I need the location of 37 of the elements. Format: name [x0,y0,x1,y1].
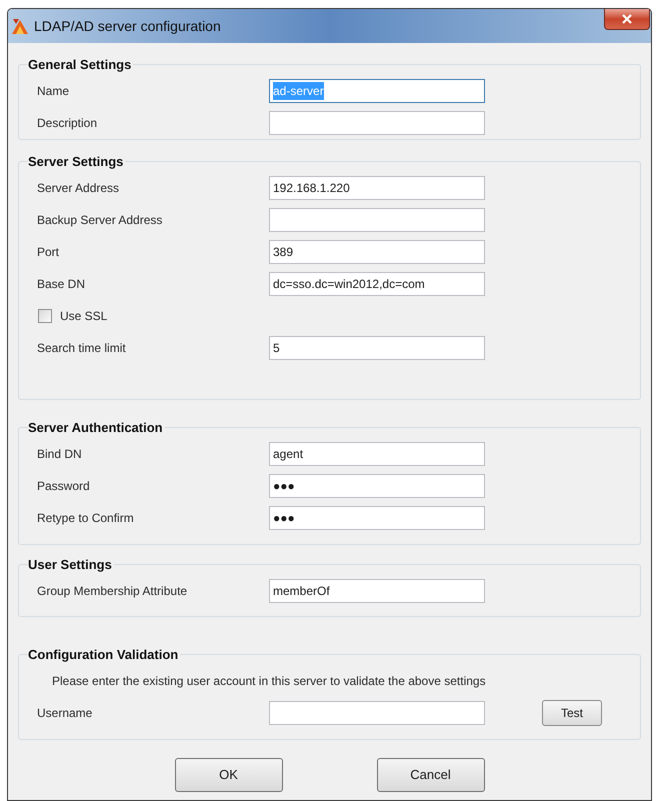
field-label: Username [37,705,94,722]
close-button[interactable] [604,9,650,30]
field-label: Group Membership Attribute [37,583,188,600]
text-field[interactable]: 192.168.1.220 [269,176,485,200]
field-label: Server Address [37,180,120,197]
checkbox[interactable] [38,309,52,323]
field-label: Search time limit [37,340,127,357]
group-title: User Settings [28,557,114,573]
field-label: Name [37,83,70,100]
field-label: Backup Server Address [37,212,164,229]
group-title: General Settings [28,57,134,73]
field-label: Port [37,244,60,261]
field-label: Description [37,115,98,132]
text-field[interactable]: 389 [269,240,485,264]
field-label: Base DN [37,276,86,293]
instruction-text: Please enter the existing user account in this server to validate the above settings [52,673,486,690]
field-label: Retype to Confirm [37,510,135,527]
action-button[interactable]: Test [542,700,602,726]
close-icon [622,14,632,24]
checkbox-label: Use SSL [60,308,108,325]
field-label: Bind DN [37,446,83,463]
group-title: Server Settings [28,154,126,170]
dialog-button[interactable]: Cancel [376,758,484,792]
text-field[interactable]: memberOf [269,579,485,603]
text-field[interactable] [269,701,485,725]
text-field[interactable]: 5 [269,336,485,360]
window-title: LDAP/AD server configuration [34,17,221,35]
text-field[interactable]: agent [269,442,485,466]
text-field[interactable]: ●●● [269,474,485,498]
field-label: Password [37,478,91,495]
group-title: Configuration Validation [28,647,180,663]
text-field[interactable]: dc=sso.dc=win2012,dc=com [269,272,485,296]
logo-icon [11,17,29,35]
dialog-button[interactable]: OK [174,758,282,792]
text-field[interactable] [269,111,485,135]
text-field[interactable] [269,208,485,232]
text-field[interactable]: ●●● [269,506,485,530]
